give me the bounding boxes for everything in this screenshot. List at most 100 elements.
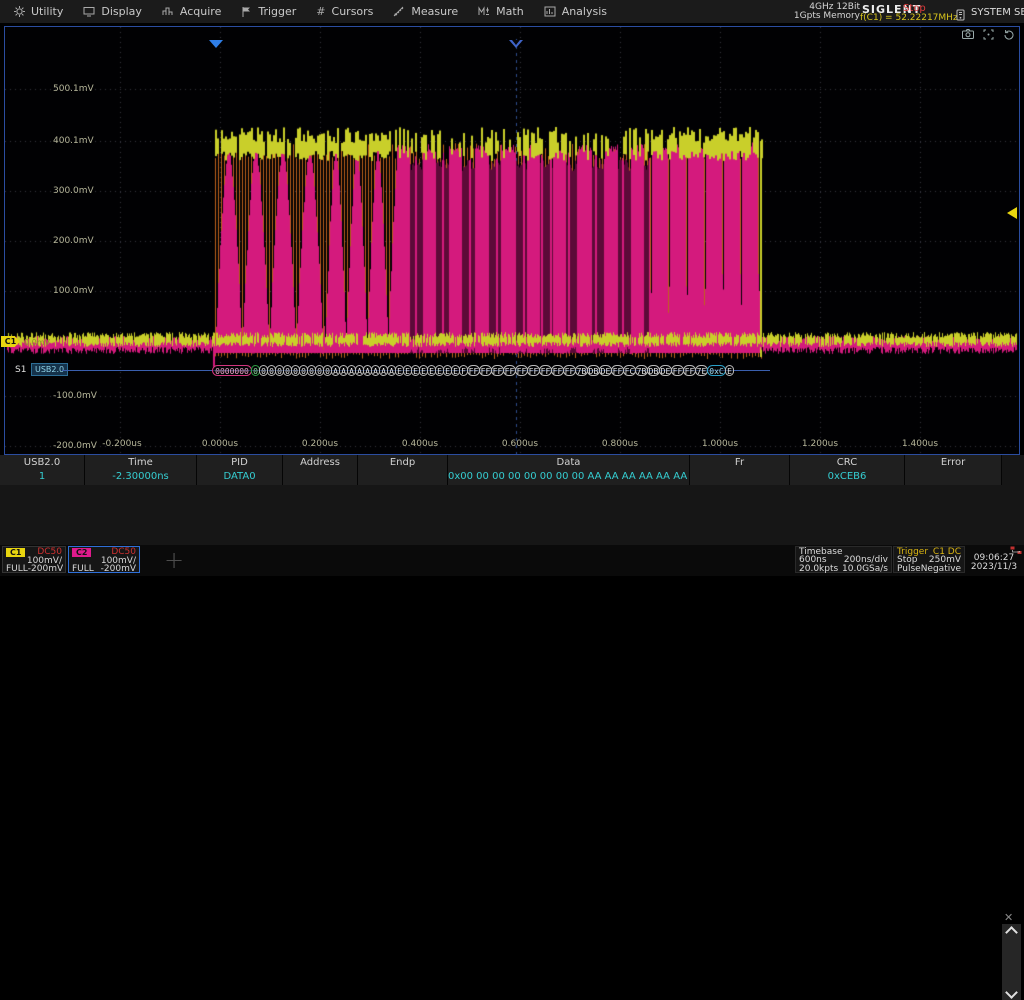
decode-token: 0000000: [212, 365, 252, 376]
menu-measure-label: Measure: [411, 5, 458, 18]
c2-offset: -200mV: [101, 565, 136, 573]
display-icon: [83, 6, 95, 17]
scroll-down-icon[interactable]: [1005, 986, 1018, 999]
timebase-points: 20.0kpts: [799, 565, 838, 573]
x-axis-label: 0.200us: [292, 439, 348, 449]
cursors-icon: #: [316, 5, 325, 18]
cell-usb20[interactable]: 1: [0, 470, 84, 484]
menu-trigger[interactable]: Trigger: [241, 5, 296, 18]
decode-token: 0xC: [707, 365, 726, 376]
menu-display-label: Display: [101, 5, 142, 18]
table-column-time: Time-2.30000ns: [85, 455, 197, 485]
flag-icon: [241, 6, 252, 17]
cell-fr[interactable]: [690, 470, 789, 484]
plus-icon: +: [164, 548, 184, 572]
trigger-type: Pulse: [897, 565, 921, 573]
x-axis-label: 1.200us: [792, 439, 848, 449]
system-settings-icon: [956, 6, 965, 25]
system-settings-button[interactable]: SYSTEM SETTINGS: [971, 7, 1024, 18]
y-axis-label: 500.1mV: [53, 84, 94, 94]
timebase-panel[interactable]: Timebase 600ns200ns/div 20.0kpts10.0GSa/…: [795, 546, 892, 573]
grid-corner-icons: [962, 29, 1014, 40]
menu-cursors-label: Cursors: [332, 5, 374, 18]
add-channel-button[interactable]: +: [148, 546, 200, 573]
table-column-address: Address: [283, 455, 358, 485]
cell-crc[interactable]: 0xCEB6: [790, 470, 904, 484]
y-axis-label: -100.0mV: [53, 391, 97, 401]
camera-icon[interactable]: [962, 29, 974, 39]
close-icon[interactable]: ✕: [1004, 911, 1013, 924]
c1-badge: C1: [6, 548, 25, 557]
x-axis-label: 0.400us: [392, 439, 448, 449]
menu-utility[interactable]: Utility: [14, 5, 63, 18]
y-axis-label: -200.0mV: [53, 441, 97, 451]
column-header-address: Address: [283, 455, 357, 470]
trigger-level-arrow[interactable]: [1007, 207, 1017, 219]
table-column-crc: CRC0xCEB6: [790, 455, 905, 485]
table-column-pid: PIDDATA0: [197, 455, 283, 485]
crosshair-icon[interactable]: [983, 29, 994, 40]
cell-pid[interactable]: DATA0: [197, 470, 282, 484]
menu-display[interactable]: Display: [83, 5, 142, 18]
s1-bus-marker: S1: [15, 365, 26, 375]
trigger-position-marker[interactable]: [209, 40, 223, 48]
cell-error[interactable]: [905, 470, 1001, 484]
column-header-usb20: USB2.0: [0, 455, 84, 470]
y-axis-label: 400.1mV: [53, 136, 94, 146]
menu-measure[interactable]: Measure: [393, 5, 458, 18]
decode-table-columns: USB2.01Time-2.30000nsPIDDATA0AddressEndp…: [0, 455, 1002, 485]
x-axis-label: 0.600us: [492, 439, 548, 449]
x-axis-label: 1.400us: [892, 439, 948, 449]
menu-acquire[interactable]: Acquire: [162, 5, 221, 18]
channel-c1-descriptor[interactable]: C1DC50 100mV/ FULL-200mV: [2, 546, 66, 573]
menu-analysis[interactable]: Analysis: [544, 5, 607, 18]
x-axis-label: -0.200us: [94, 439, 150, 449]
analysis-icon: [544, 6, 556, 17]
table-scrollbar[interactable]: [1002, 924, 1021, 1000]
c2-bandwidth: FULL: [72, 565, 94, 573]
x-axis-label: 0.800us: [592, 439, 648, 449]
column-header-endp: Endp: [358, 455, 447, 470]
frequency-counter: f(C1) = 52.22217MHz: [860, 13, 958, 23]
scope-spec: 4GHz 12Bit 1Gpts Memory: [778, 3, 860, 21]
menu-acquire-label: Acquire: [180, 5, 221, 18]
decode-list-table: USB2.01Time-2.30000nsPIDDATA0AddressEndp…: [0, 455, 1024, 545]
cell-address[interactable]: [283, 470, 357, 484]
x-axis-label: 0.000us: [192, 439, 248, 449]
rotate-icon[interactable]: [1003, 29, 1014, 40]
gear-icon: [14, 6, 25, 17]
menu-trigger-label: Trigger: [258, 5, 296, 18]
y-axis-label: 100.0mV: [53, 286, 94, 296]
c2-badge: C2: [72, 548, 91, 557]
channel-c2-descriptor[interactable]: C2DC50 100mV/ FULL-200mV: [68, 546, 140, 573]
cell-endp[interactable]: [358, 470, 447, 484]
y-axis-label: 200.0mV: [53, 236, 94, 246]
menu-cursors[interactable]: # Cursors: [316, 5, 373, 18]
column-header-time: Time: [85, 455, 196, 470]
scroll-up-icon[interactable]: [1005, 926, 1018, 939]
decode-token: E: [725, 365, 734, 376]
c1-offset: -200mV: [28, 565, 63, 573]
menu-math[interactable]: Math: [478, 5, 524, 18]
measure-icon: [393, 6, 405, 17]
oscilloscope-screen: { "menu": { "items": [ {"label": "Utilit…: [0, 0, 1024, 576]
c1-zero-label: 0.0mV: [24, 338, 50, 347]
table-column-fr: Fr: [690, 455, 790, 485]
column-header-fr: Fr: [690, 455, 789, 470]
math-icon: [478, 6, 490, 17]
trigger-panel[interactable]: TriggerC1 DC Stop250mV PulseNegative: [893, 546, 965, 573]
table-column-endp: Endp: [358, 455, 448, 485]
top-menu-bar: Utility Display Acquire Trigger # Cursor…: [0, 0, 1024, 24]
table-column-data: Data0x00 00 00 00 00 00 00 00 AA AA AA A…: [448, 455, 690, 485]
waveform-canvas[interactable]: [5, 27, 1019, 454]
column-header-pid: PID: [197, 455, 282, 470]
acquire-icon: [162, 6, 174, 17]
cell-time[interactable]: -2.30000ns: [85, 470, 196, 484]
table-column-error: Error: [905, 455, 1002, 485]
delay-reference-marker-inner: [512, 40, 520, 45]
clock-panel[interactable]: 09:06:27 2023/11/3: [966, 547, 1022, 572]
column-header-crc: CRC: [790, 455, 904, 470]
table-column-usb20: USB2.01: [0, 455, 85, 485]
clock-date: 2023/11/3: [966, 563, 1022, 572]
cell-data[interactable]: 0x00 00 00 00 00 00 00 00 AA AA AA AA AA…: [448, 470, 689, 484]
